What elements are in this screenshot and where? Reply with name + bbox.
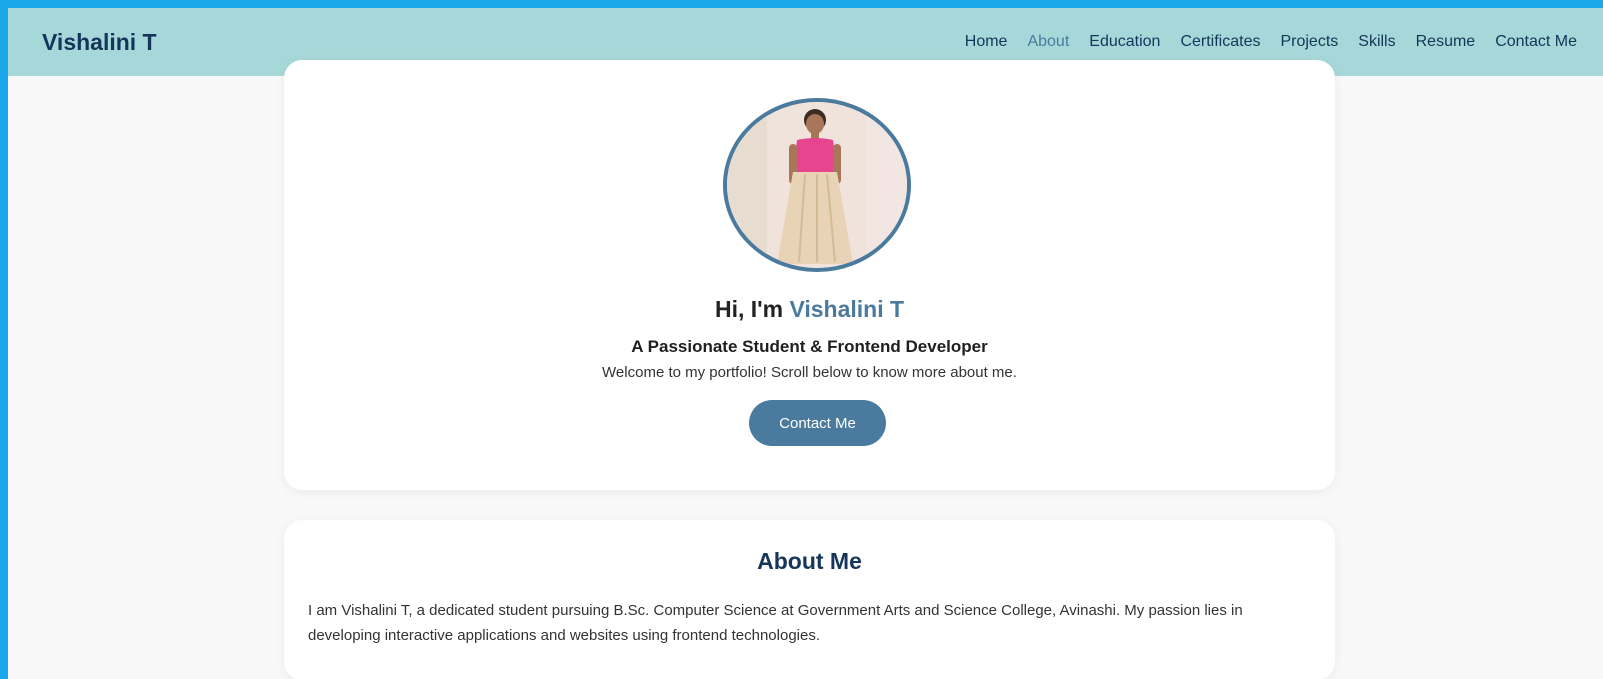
page-frame: Vishalini T Home About Education Certifi… [8,8,1603,679]
nav-link-projects[interactable]: Projects [1280,33,1338,51]
hero-title: Hi, I'm Vishalini T [284,296,1335,323]
hero-card: Hi, I'm Vishalini T A Passionate Student… [284,60,1335,490]
nav-link-home[interactable]: Home [965,33,1008,51]
about-card: About Me I am Vishalini T, a dedicated s… [284,520,1335,679]
about-title: About Me [757,548,862,574]
nav-links: Home About Education Certificates Projec… [945,33,1577,51]
nav-link-resume[interactable]: Resume [1416,33,1476,51]
about-text: I am Vishalini T, a dedicated student pu… [308,602,1243,644]
contact-me-button[interactable]: Contact Me [749,400,886,446]
nav-link-about[interactable]: About [1027,33,1069,51]
hero-welcome-text: Welcome to my portfolio! Scroll below to… [602,364,1017,381]
nav-link-education[interactable]: Education [1089,33,1160,51]
hero-name: Vishalini T [789,296,905,322]
brand-logo-text[interactable]: Vishalini T [42,29,157,56]
profile-photo-illustration [727,102,907,268]
hero-subtitle: A Passionate Student & Frontend Develope… [631,337,988,356]
nav-link-contact[interactable]: Contact Me [1495,33,1577,51]
profile-photo [723,98,911,272]
nav-link-skills[interactable]: Skills [1358,33,1395,51]
hero-greeting: Hi, I'm [714,296,784,322]
nav-link-certificates[interactable]: Certificates [1180,33,1260,51]
